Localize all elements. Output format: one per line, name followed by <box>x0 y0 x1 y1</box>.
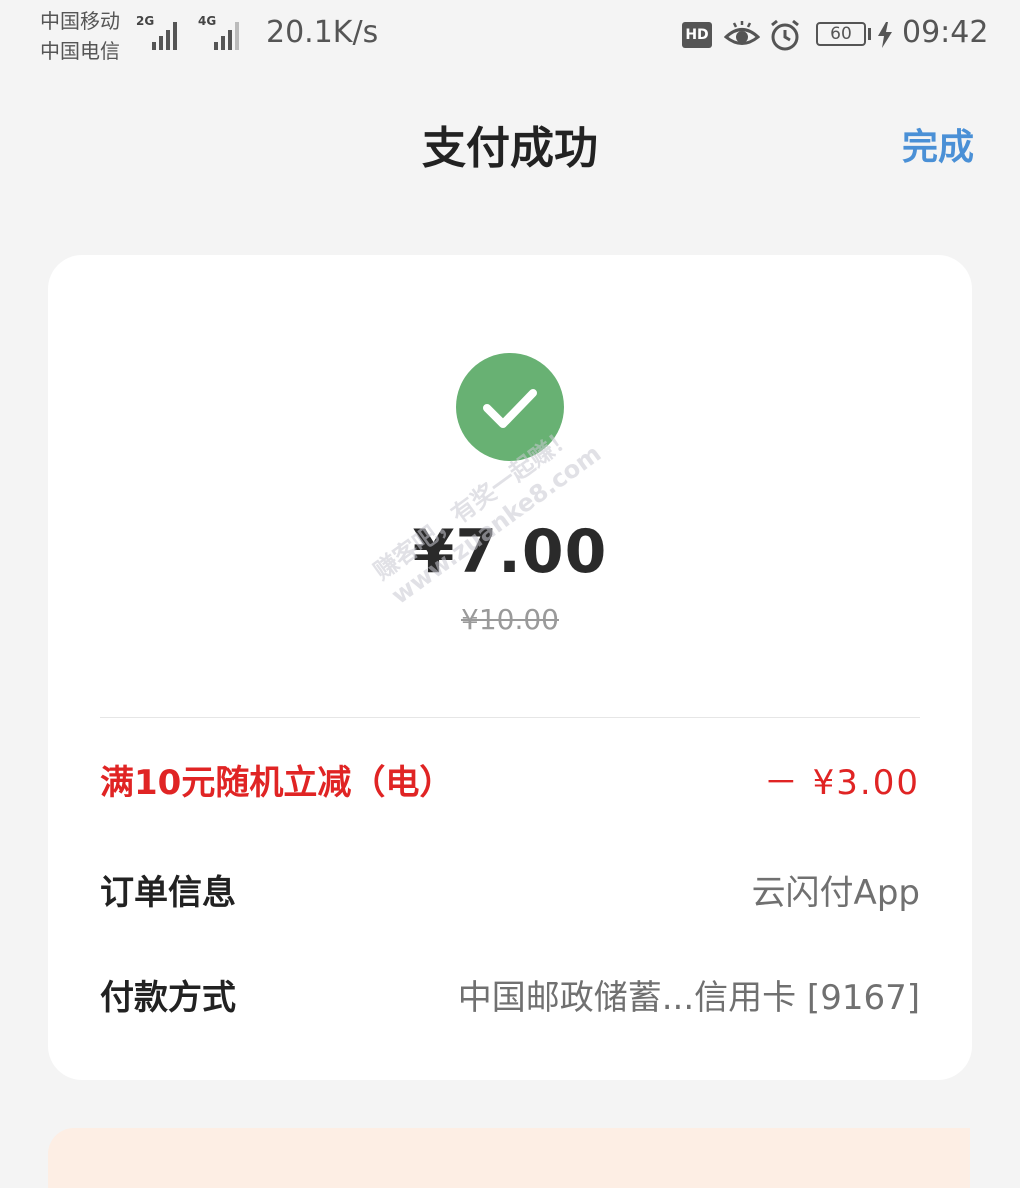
order-info-row: 订单信息 云闪付App <box>100 865 920 915</box>
page-title: 支付成功 <box>422 123 598 174</box>
alarm-icon <box>771 19 799 51</box>
payment-result-card: ¥7.00 ¥10.00 满10元随机立减（电） － ¥3.00 订单信息 云闪… <box>48 255 972 1080</box>
payment-method-value: 中国邮政储蓄...信用卡 [9167] <box>457 978 920 1018</box>
done-button[interactable]: 完成 <box>902 118 974 170</box>
battery-icon: 60 <box>816 22 866 46</box>
discount-label: 满10元随机立减（电） <box>100 763 454 803</box>
status-bar: 中国移动 中国电信 2G 4G 20.1K/s HD 60 09:42 <box>0 0 1020 76</box>
carrier-names: 中国移动 中国电信 <box>40 6 120 66</box>
divider <box>100 717 920 718</box>
original-amount: ¥10.00 <box>461 603 559 636</box>
promo-banner[interactable] <box>48 1128 970 1188</box>
hd-icon: HD <box>682 22 712 48</box>
charging-icon <box>878 22 892 48</box>
network-speed: 20.1K/s <box>266 15 379 50</box>
clock: 09:42 <box>902 15 989 50</box>
eye-icon <box>724 21 760 45</box>
order-info-label: 订单信息 <box>100 873 236 913</box>
carrier-1: 中国移动 <box>40 9 120 33</box>
payment-method-label: 付款方式 <box>100 978 236 1018</box>
paid-amount: ¥7.00 <box>412 517 608 587</box>
payment-method-row: 付款方式 中国邮政储蓄...信用卡 [9167] <box>100 970 920 1020</box>
order-info-value: 云闪付App <box>751 873 920 913</box>
discount-row: 满10元随机立减（电） － ¥3.00 <box>100 755 920 805</box>
battery-tip <box>868 28 871 40</box>
checkmark-icon <box>456 353 564 461</box>
discount-value: － ¥3.00 <box>763 763 920 803</box>
carrier-2: 中国电信 <box>40 39 120 63</box>
